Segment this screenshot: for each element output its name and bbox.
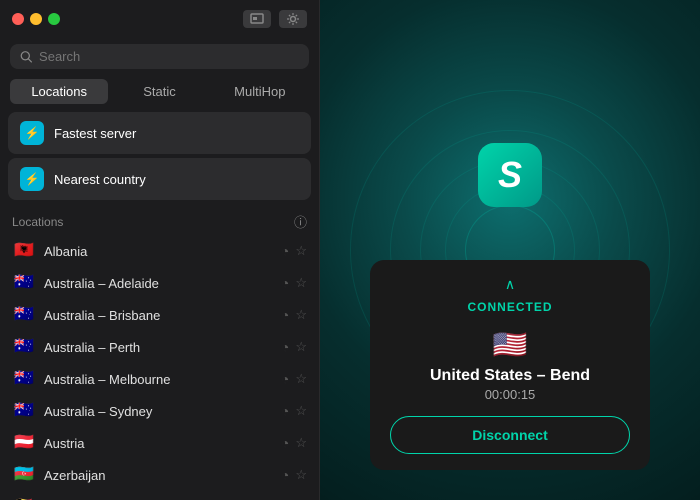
star-icon[interactable]: ☆ [295,371,307,387]
location-name-au-adelaide: Australia – Adelaide [44,276,273,291]
window-icon-1[interactable] [243,10,271,28]
star-icon[interactable]: ☆ [295,307,307,323]
list-item[interactable]: 🇧🇪 Belgium ◔ ☆ [4,491,315,500]
location-name-au-perth: Australia – Perth [44,340,273,355]
minimize-button[interactable] [30,13,42,25]
left-panel: Locations Static MultiHop ⚡ Fastest serv… [0,0,320,500]
star-icon[interactable]: ☆ [295,243,307,259]
right-panel: S ∧ CONNECTED 🇺🇸 United States – Bend 00… [320,0,700,500]
info-icon[interactable]: ⓘ [294,212,307,231]
signal-icon: ◔ [281,435,289,451]
list-item[interactable]: 🇦🇺 Australia – Sydney ◔ ☆ [4,395,315,427]
nearest-country-label: Nearest country [54,172,146,187]
location-name-austria: Austria [44,436,273,451]
signal-icon: ◔ [281,403,289,419]
list-item[interactable]: 🇦🇱 Albania ◔ ☆ [4,235,315,267]
location-actions: ◔ ☆ [281,339,307,355]
star-icon[interactable]: ☆ [295,339,307,355]
connected-flag: 🇺🇸 [390,328,630,361]
location-actions: ◔ ☆ [281,243,307,259]
fastest-server-button[interactable]: ⚡ Fastest server [8,112,311,154]
connected-card: ∧ CONNECTED 🇺🇸 United States – Bend 00:0… [370,260,650,470]
flag-au-adelaide: 🇦🇺 [12,275,36,291]
location-actions: ◔ ☆ [281,275,307,291]
search-input[interactable] [39,49,299,64]
title-bar [0,0,319,38]
special-buttons: ⚡ Fastest server ⚡ Nearest country [0,112,319,204]
fastest-icon: ⚡ [20,121,44,145]
star-icon[interactable]: ☆ [295,467,307,483]
connected-location: United States – Bend [390,367,630,385]
signal-icon: ◔ [281,243,289,259]
tab-multihop[interactable]: MultiHop [211,79,309,104]
fastest-server-label: Fastest server [54,126,136,141]
logo-shape: S [478,143,542,207]
star-icon[interactable]: ☆ [295,435,307,451]
list-item[interactable]: 🇦🇺 Australia – Adelaide ◔ ☆ [4,267,315,299]
star-icon[interactable]: ☆ [295,403,307,419]
locations-label: Locations [12,215,63,229]
flag-au-sydney: 🇦🇺 [12,403,36,419]
connected-time: 00:00:15 [390,387,630,402]
location-actions: ◔ ☆ [281,371,307,387]
location-actions: ◔ ☆ [281,403,307,419]
location-actions: ◔ ☆ [281,467,307,483]
list-item[interactable]: 🇦🇹 Austria ◔ ☆ [4,427,315,459]
location-name-albania: Albania [44,244,273,259]
location-actions: ◔ ☆ [281,307,307,323]
location-actions: ◔ ☆ [281,435,307,451]
tab-locations[interactable]: Locations [10,79,108,104]
traffic-lights [12,13,60,25]
signal-icon: ◔ [281,467,289,483]
search-bar [0,38,319,75]
disconnect-button[interactable]: Disconnect [390,416,630,454]
flag-au-brisbane: 🇦🇺 [12,307,36,323]
maximize-button[interactable] [48,13,60,25]
signal-icon: ◔ [281,371,289,387]
flag-au-melbourne: 🇦🇺 [12,371,36,387]
search-input-wrap [10,44,309,69]
tabs: Locations Static MultiHop [0,75,319,112]
location-name-azerbaijan: Azerbaijan [44,468,273,483]
signal-icon: ◔ [281,275,289,291]
list-item[interactable]: 🇦🇺 Australia – Melbourne ◔ ☆ [4,363,315,395]
tab-static[interactable]: Static [110,79,208,104]
signal-icon: ◔ [281,339,289,355]
logo-letter: S [498,154,522,196]
nearest-icon: ⚡ [20,167,44,191]
star-icon[interactable]: ☆ [295,275,307,291]
signal-icon: ◔ [281,307,289,323]
locations-header: Locations ⓘ [0,204,319,235]
chevron-up-icon: ∧ [505,276,515,292]
connected-status: CONNECTED [467,300,552,314]
connected-badge: CONNECTED [390,298,630,316]
flag-austria: 🇦🇹 [12,435,36,451]
list-item[interactable]: 🇦🇿 Azerbaijan ◔ ☆ [4,459,315,491]
flag-au-perth: 🇦🇺 [12,339,36,355]
logo-area: S [478,143,542,207]
list-item[interactable]: 🇦🇺 Australia – Perth ◔ ☆ [4,331,315,363]
location-name-au-brisbane: Australia – Brisbane [44,308,273,323]
list-item[interactable]: 🇦🇺 Australia – Brisbane ◔ ☆ [4,299,315,331]
location-name-au-melbourne: Australia – Melbourne [44,372,273,387]
location-list: 🇦🇱 Albania ◔ ☆ 🇦🇺 Australia – Adelaide ◔… [0,235,319,500]
title-bar-icons [243,10,307,28]
flag-azerbaijan: 🇦🇿 [12,467,36,483]
close-button[interactable] [12,13,24,25]
location-name-au-sydney: Australia – Sydney [44,404,273,419]
search-icon [20,50,33,64]
settings-icon[interactable] [279,10,307,28]
connected-chevron: ∧ [390,276,630,294]
nearest-country-button[interactable]: ⚡ Nearest country [8,158,311,200]
flag-albania: 🇦🇱 [12,243,36,259]
